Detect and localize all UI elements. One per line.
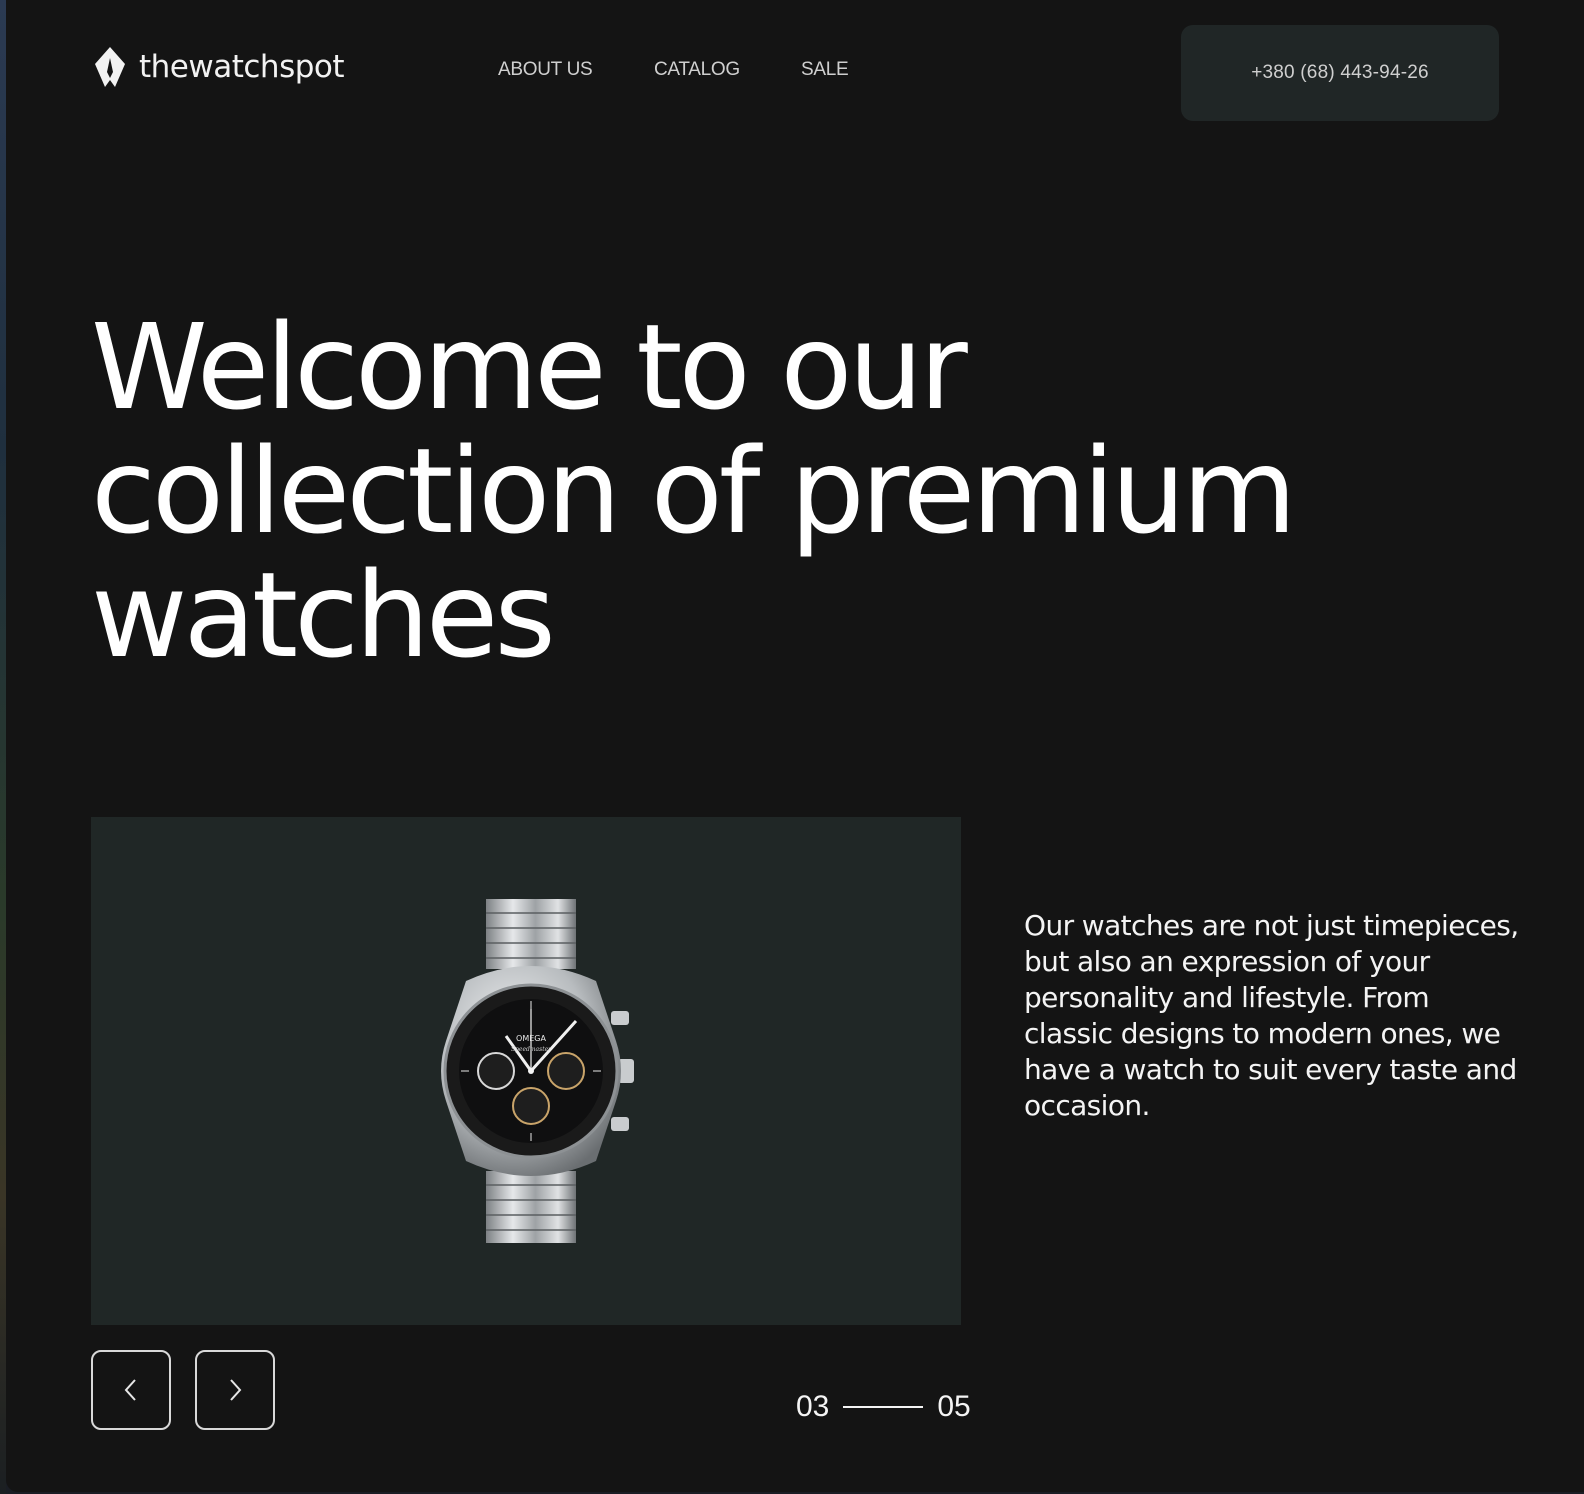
nav-sale[interactable]: SALE <box>801 59 849 81</box>
slide-current: 03 <box>796 1390 830 1423</box>
chevron-right-icon <box>230 1379 242 1401</box>
watch-brand-text: OMEGA <box>516 1034 546 1043</box>
logo-mark-icon <box>95 47 125 87</box>
browser-page: thewatchspot ABOUT US CATALOG SALE +380 … <box>6 0 1584 1492</box>
nav-about-us[interactable]: ABOUT US <box>498 59 593 81</box>
nav-catalog[interactable]: CATALOG <box>654 59 740 81</box>
watch-model-text: Speedmaster <box>511 1046 552 1053</box>
description-text: Our watches are not just timepieces, but… <box>1024 909 1519 1122</box>
logo[interactable]: thewatchspot <box>91 46 345 88</box>
product-image-panel: OMEGA Speedmaster <box>91 817 961 1325</box>
logo-text: thewatchspot <box>139 48 345 85</box>
watch-image: OMEGA Speedmaster <box>441 899 634 1243</box>
slide-counter: 03 05 <box>796 1390 971 1424</box>
phone-button[interactable]: +380 (68) 443-94-26 <box>1181 25 1499 121</box>
chevron-left-icon <box>124 1379 136 1401</box>
prev-slide-button[interactable] <box>91 1350 171 1430</box>
next-slide-button[interactable] <box>195 1350 275 1430</box>
slide-total: 05 <box>937 1390 971 1423</box>
phone-number: +380 (68) 443-94-26 <box>1251 62 1429 83</box>
slide-counter-divider <box>843 1406 924 1408</box>
hero-title: Welcome to our collection of premium wat… <box>91 298 1297 684</box>
